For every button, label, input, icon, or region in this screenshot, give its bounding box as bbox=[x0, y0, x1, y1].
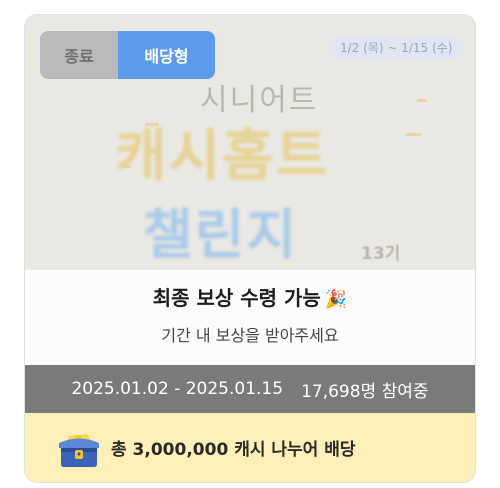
reward-summary-bar: 총 3,000,000 캐시 나누어 배당 bbox=[25, 413, 475, 482]
participant-count: 17,698명 참여중 bbox=[301, 381, 429, 402]
date-range-chip: 1/2 (목) ~ 1/15 (수) bbox=[328, 36, 465, 60]
reward-subtext: 기간 내 보상을 받아주세요 bbox=[161, 326, 339, 345]
treasure-chest-icon bbox=[59, 433, 99, 467]
reward-headline-text: 최종 보상 수령 가능 bbox=[152, 286, 321, 310]
challenge-banner-image: 시니어트 캐시홈트 챌린지 13기 1/2 (목) ~ 1/15 (수) 종료 … bbox=[25, 15, 475, 270]
banner-art-generation: 13기 bbox=[361, 244, 401, 264]
reward-amount-text: 총 3,000,000 캐시 나누어 배당 bbox=[111, 440, 356, 460]
reward-headline: 최종 보상 수령 가능 🎉 bbox=[25, 282, 475, 311]
reward-info-panel: 최종 보상 수령 가능 🎉 기간 내 보상을 받아주세요 bbox=[25, 270, 475, 365]
banner-art-title-2: 챌린지 bbox=[143, 203, 299, 266]
banner-decoration bbox=[405, 133, 421, 136]
party-popper-icon: 🎉 bbox=[324, 289, 348, 310]
period-bar: 2025.01.02 - 2025.01.15 17,698명 참여중 bbox=[25, 365, 475, 413]
challenge-card[interactable]: 시니어트 캐시홈트 챌린지 13기 1/2 (목) ~ 1/15 (수) 종료 … bbox=[25, 15, 475, 482]
banner-art-title-1: 캐시홈트 bbox=[115, 124, 330, 189]
type-badge: 배당형 bbox=[118, 31, 215, 79]
banner-decoration bbox=[417, 99, 427, 102]
status-badge: 종료 bbox=[40, 31, 118, 79]
period-dates: 2025.01.02 - 2025.01.15 bbox=[71, 379, 284, 399]
